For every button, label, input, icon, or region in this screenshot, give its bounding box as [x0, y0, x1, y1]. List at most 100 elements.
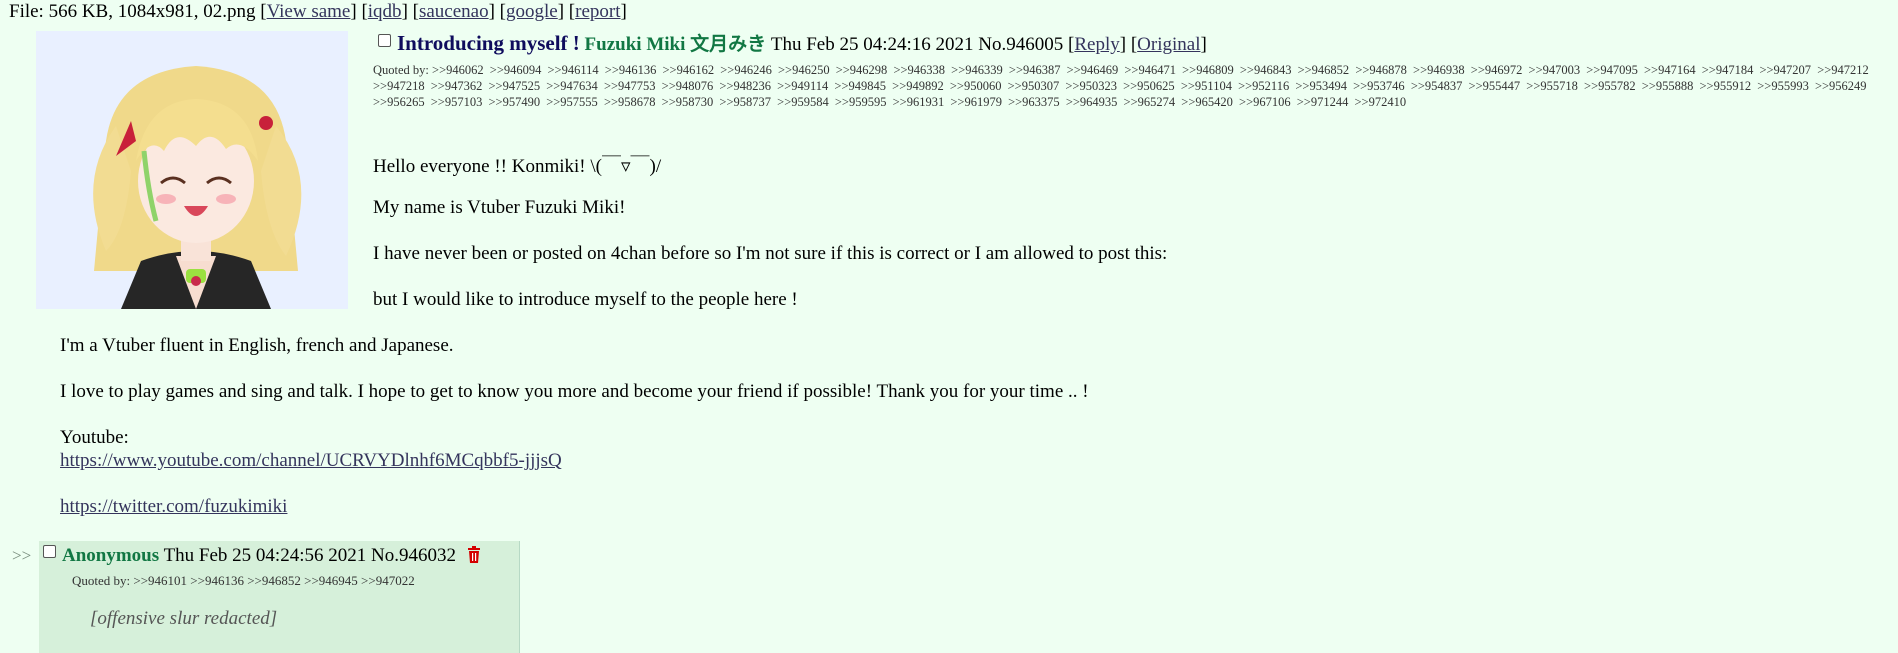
reply-post-number[interactable]: No.946032: [371, 545, 456, 566]
quoted-by-link[interactable]: >>947212: [1817, 63, 1869, 77]
quoted-by-link[interactable]: >>965420: [1181, 95, 1233, 109]
quoted-by-link[interactable]: >>950625: [1123, 79, 1175, 93]
quoted-by-link[interactable]: >>956265: [373, 95, 425, 109]
quoted-by-link[interactable]: >>951104: [1181, 79, 1232, 93]
quoted-by-link[interactable]: >>950060: [950, 79, 1002, 93]
reply-poster-name: Anonymous: [62, 545, 160, 566]
quoted-by-link[interactable]: >>953494: [1295, 79, 1347, 93]
reply-link[interactable]: Reply: [1074, 34, 1119, 55]
quoted-by-link[interactable]: >>967106: [1239, 95, 1291, 109]
quoted-by-link[interactable]: >>971244: [1297, 95, 1349, 109]
file-info-text: File: 566 KB, 1084x981, 02.png: [9, 1, 261, 22]
quoted-by-link[interactable]: >>950307: [1008, 79, 1060, 93]
quoted-by-link[interactable]: >>952116: [1238, 79, 1289, 93]
quoted-by-link[interactable]: >>972410: [1354, 95, 1406, 109]
delete-trash-icon[interactable]: [467, 546, 481, 563]
reply-select-checkbox[interactable]: [43, 545, 56, 558]
quoted-by-link[interactable]: >>947207: [1759, 63, 1811, 77]
op-line-youtube-label: Youtube:: [60, 427, 129, 448]
quoted-by-link[interactable]: >>947003: [1529, 63, 1581, 77]
post-image-thumbnail[interactable]: [36, 31, 348, 309]
quoted-by-link[interactable]: >>947164: [1644, 63, 1696, 77]
quoted-by-label: Quoted by:: [373, 63, 429, 77]
quoted-by-link[interactable]: >>946298: [836, 63, 888, 77]
quoted-by-link[interactable]: >>946062: [432, 63, 484, 77]
youtube-link[interactable]: https://www.youtube.com/channel/UCRVYDln…: [60, 450, 562, 471]
quoted-by-link[interactable]: >>946878: [1355, 63, 1407, 77]
quoted-by-link[interactable]: >>955993: [1757, 79, 1809, 93]
quoted-by-link[interactable]: >>949114: [777, 79, 828, 93]
quoted-by-link[interactable]: >>955888: [1642, 79, 1694, 93]
quoted-by-link[interactable]: >>946938: [1413, 63, 1465, 77]
saucenao-link[interactable]: saucenao: [419, 1, 489, 22]
op-line-languages: I'm a Vtuber fluent in English, french a…: [60, 335, 454, 356]
quoted-by-link[interactable]: >>949845: [834, 79, 886, 93]
quoted-by-link[interactable]: >>946809: [1182, 63, 1234, 77]
quoted-by-link[interactable]: >>950323: [1065, 79, 1117, 93]
quoted-by-link[interactable]: >>959595: [835, 95, 887, 109]
quoted-by-link[interactable]: >>965274: [1124, 95, 1176, 109]
quoted-by-link[interactable]: >>961979: [950, 95, 1002, 109]
quoted-by-link[interactable]: >>948076: [662, 79, 714, 93]
twitter-link-wrap: https://twitter.com/fuzukimiki: [60, 496, 287, 518]
quoted-by-link[interactable]: >>955718: [1526, 79, 1578, 93]
quoted-by-link[interactable]: >>946338: [893, 63, 945, 77]
quoted-by-link[interactable]: >>947184: [1702, 63, 1754, 77]
quoted-by-link[interactable]: >>949892: [892, 79, 944, 93]
quoted-by-link[interactable]: >>947753: [604, 79, 656, 93]
op-post-header: Introducing myself ! Fuzuki Miki 文月みき Th…: [378, 29, 1207, 56]
quoted-by-link[interactable]: >>946162: [663, 63, 715, 77]
quoted-by-link[interactable]: >>958678: [604, 95, 656, 109]
quoted-by-link[interactable]: >>958737: [719, 95, 771, 109]
iqdb-link[interactable]: iqdb: [368, 1, 402, 22]
quoted-by-link[interactable]: >>953746: [1353, 79, 1405, 93]
quoted-by-link[interactable]: >>946387: [1009, 63, 1061, 77]
reply-quoted-by-label: Quoted by:: [72, 573, 131, 588]
quoted-by-link[interactable]: >>946972: [1471, 63, 1523, 77]
quoted-by-link[interactable]: >>946471: [1124, 63, 1176, 77]
quoted-by-link[interactable]: >>946114: [548, 63, 599, 77]
reply-post: Anonymous Thu Feb 25 04:24:56 2021 No.94…: [39, 541, 520, 653]
quoted-by-link[interactable]: >>963375: [1008, 95, 1060, 109]
quoted-by-link[interactable]: >>947218: [373, 79, 425, 93]
quoted-by-link[interactable]: >>946843: [1240, 63, 1292, 77]
quoted-by-link[interactable]: >>955782: [1584, 79, 1636, 93]
quoted-by-list: >>946062 >>946094 >>946114 >>946136 >>94…: [373, 63, 1872, 109]
report-link[interactable]: report: [575, 1, 620, 22]
quoted-by-link[interactable]: >>958730: [662, 95, 714, 109]
quoted-by-link[interactable]: >>946246: [720, 63, 772, 77]
op-poster-name: Fuzuki Miki 文月みき: [584, 34, 767, 55]
quoted-by-link[interactable]: >>946469: [1067, 63, 1119, 77]
quoted-by-link[interactable]: >>946094: [490, 63, 542, 77]
op-datetime: Thu Feb 25 04:24:16 2021: [770, 34, 974, 55]
reply-quoted-by-list[interactable]: >>946101 >>946136 >>946852 >>946945 >>94…: [133, 573, 414, 588]
quoted-by-link[interactable]: >>946136: [605, 63, 657, 77]
original-link[interactable]: Original: [1137, 34, 1200, 55]
view-same-link[interactable]: View same: [267, 1, 351, 22]
quoted-by-link[interactable]: >>946852: [1298, 63, 1350, 77]
reply-datetime: Thu Feb 25 04:24:56 2021: [163, 545, 367, 566]
quoted-by-link[interactable]: >>955447: [1469, 79, 1521, 93]
quoted-by-link[interactable]: >>959584: [777, 95, 829, 109]
op-post-number[interactable]: No.946005: [978, 34, 1063, 55]
youtube-link-wrap: https://www.youtube.com/channel/UCRVYDln…: [60, 450, 562, 472]
quoted-by-link[interactable]: >>947634: [546, 79, 598, 93]
quoted-by-link[interactable]: >>946250: [778, 63, 830, 77]
quoted-by-link[interactable]: >>964935: [1066, 95, 1118, 109]
twitter-link[interactable]: https://twitter.com/fuzukimiki: [60, 496, 287, 517]
quoted-by-link[interactable]: >>957490: [488, 95, 540, 109]
quoted-by-link[interactable]: >>947525: [488, 79, 540, 93]
quoted-by-link[interactable]: >>957555: [546, 95, 598, 109]
quoted-by-link[interactable]: >>955912: [1699, 79, 1751, 93]
quoted-by-link[interactable]: >>948236: [719, 79, 771, 93]
quoted-by-link[interactable]: >>947362: [431, 79, 483, 93]
quoted-by-link[interactable]: >>956249: [1815, 79, 1867, 93]
quoted-by-link[interactable]: >>954837: [1411, 79, 1463, 93]
quoted-by-link[interactable]: >>961931: [893, 95, 945, 109]
google-link[interactable]: google: [506, 1, 558, 22]
quoted-by-link[interactable]: >>957103: [431, 95, 483, 109]
quoted-by-link[interactable]: >>946339: [951, 63, 1003, 77]
quoted-by-link[interactable]: >>947095: [1586, 63, 1638, 77]
op-subject: Introducing myself !: [397, 31, 580, 55]
op-select-checkbox[interactable]: [378, 34, 391, 47]
